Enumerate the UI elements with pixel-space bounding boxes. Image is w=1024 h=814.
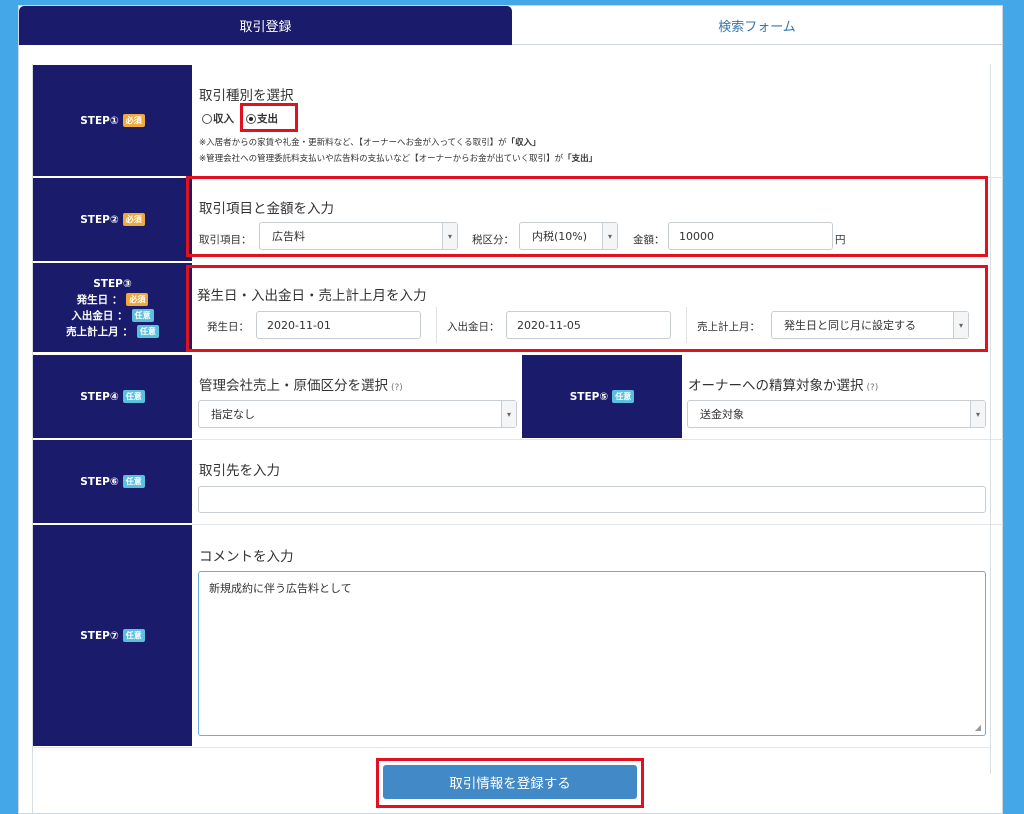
pay-date-label: 入出金日： — [447, 321, 500, 333]
help-icon[interactable]: (?) — [391, 383, 403, 393]
step5-label: STEP⑤ 任意 — [522, 355, 682, 439]
amount-input[interactable]: 10000 — [668, 222, 833, 250]
required-badge: 必須 — [126, 293, 149, 306]
divider — [192, 524, 1003, 525]
chevron-down-icon: ▾ — [602, 223, 617, 249]
optional-badge: 任意 — [122, 629, 145, 642]
comment-textarea[interactable]: 新規成約に伴う広告料として ◢ — [198, 571, 986, 736]
step5-title: STEP⑤ — [569, 390, 609, 403]
step7-heading: コメントを入力 — [199, 549, 294, 565]
step1-note-expense: ※管理会社への管理委託料支払いや広告料の支払いなど【オーナーからお金が出ていく取… — [199, 154, 598, 164]
step3-label: STEP③ 発生日 ：必須 入出金日 ：任意 売上計上月 ：任意 — [33, 263, 192, 353]
chevron-down-icon: ▾ — [970, 401, 985, 427]
item-label: 取引項目： — [199, 234, 252, 246]
chevron-down-icon: ▾ — [953, 312, 968, 338]
settlement-select[interactable]: 送金対象 ▾ — [687, 400, 986, 428]
resize-handle-icon[interactable]: ◢ — [975, 723, 981, 732]
tab-search[interactable]: 検索フォーム — [512, 6, 1002, 45]
divider — [192, 177, 1003, 178]
step1-note-income: ※入居者からの家賃や礼金・更新料など、【オーナーへお金が入ってくる取引】が「収入… — [199, 138, 541, 148]
chevron-down-icon: ▾ — [501, 401, 516, 427]
optional-badge: 任意 — [136, 325, 159, 338]
help-icon[interactable]: (?) — [867, 383, 879, 393]
month-label: 売上計上月： — [697, 321, 760, 333]
step7-title: STEP⑦ — [80, 629, 119, 642]
panel-border-left — [32, 64, 33, 814]
step4-title: STEP④ — [80, 390, 119, 403]
step4-label: STEP④ 任意 — [33, 355, 192, 439]
required-badge: 必須 — [122, 114, 145, 127]
divider — [686, 307, 687, 343]
step2-title: STEP② — [80, 213, 119, 226]
step4-heading: 管理会社売上・原価区分を選択 (?) — [199, 378, 403, 394]
divider — [192, 439, 1003, 440]
step6-title: STEP⑥ — [80, 475, 119, 488]
divider — [436, 307, 437, 343]
optional-badge: 任意 — [122, 475, 145, 488]
tax-select[interactable]: 内税(10%) ▾ — [519, 222, 618, 250]
cost-category-select[interactable]: 指定なし ▾ — [198, 400, 517, 428]
panel-border-right — [990, 64, 991, 774]
tab-register[interactable]: 取引登録 — [19, 6, 512, 45]
occur-date-label: 発生日： — [207, 321, 249, 333]
type-radio-income[interactable]: 収入 — [202, 111, 234, 126]
step3-heading: 発生日・入出金日・売上計上月を入力 — [197, 288, 427, 304]
required-badge: 必須 — [122, 213, 145, 226]
pay-date-input[interactable]: 2020-11-05 — [506, 311, 671, 339]
divider — [33, 747, 991, 748]
optional-badge: 任意 — [131, 309, 154, 322]
radio-icon[interactable] — [202, 114, 212, 124]
step1-label: STEP① 必須 — [33, 65, 192, 177]
step7-label: STEP⑦ 任意 — [33, 525, 192, 747]
counterparty-input[interactable] — [198, 486, 986, 513]
item-select[interactable]: 広告料 ▾ — [259, 222, 458, 250]
step2-heading: 取引項目と金額を入力 — [199, 201, 334, 217]
optional-badge: 任意 — [122, 390, 145, 403]
month-select[interactable]: 発生日と同じ月に設定する ▾ — [771, 311, 969, 339]
amount-label: 金額： — [633, 234, 665, 246]
occur-date-input[interactable]: 2020-11-01 — [256, 311, 421, 339]
step2-label: STEP② 必須 — [33, 178, 192, 262]
tax-label: 税区分： — [472, 234, 514, 246]
optional-badge: 任意 — [612, 390, 635, 403]
type-radio-expense[interactable]: 支出 — [246, 111, 278, 126]
step1-heading: 取引種別を選択 — [199, 88, 294, 104]
step6-heading: 取引先を入力 — [199, 463, 280, 479]
radio-checked-icon[interactable] — [246, 114, 256, 124]
step5-heading: オーナーへの精算対象か選択 (?) — [688, 378, 879, 394]
submit-button[interactable]: 取引情報を登録する — [383, 765, 637, 799]
step6-label: STEP⑥ 任意 — [33, 440, 192, 524]
yen-unit: 円 — [835, 234, 846, 246]
step1-title: STEP① — [80, 114, 119, 127]
chevron-down-icon: ▾ — [442, 223, 457, 249]
step3-title: STEP③ — [93, 277, 132, 290]
